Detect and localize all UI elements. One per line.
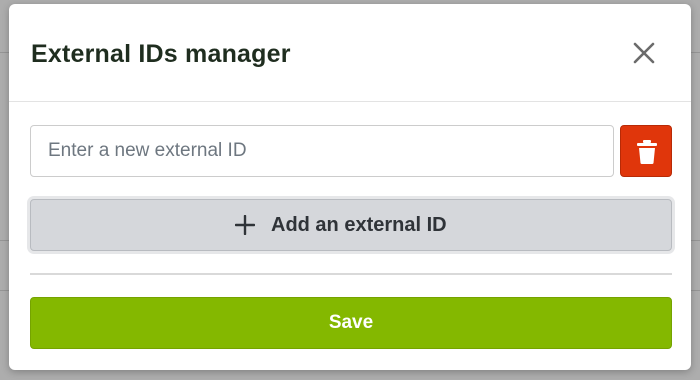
plus-icon xyxy=(235,215,255,235)
modal-title: External IDs manager xyxy=(31,40,291,68)
save-button[interactable]: Save xyxy=(30,297,672,349)
add-button-label: Add an external ID xyxy=(271,214,447,236)
close-button[interactable] xyxy=(629,38,659,68)
close-icon xyxy=(633,42,655,64)
section-divider xyxy=(30,273,672,275)
delete-button[interactable] xyxy=(620,125,672,177)
add-external-id-button[interactable]: Add an external ID xyxy=(30,199,672,251)
external-id-input[interactable] xyxy=(30,125,614,177)
trash-icon xyxy=(637,140,657,164)
modal-header: External IDs manager xyxy=(9,4,691,102)
external-ids-modal: External IDs manager Add an external ID … xyxy=(9,4,691,370)
